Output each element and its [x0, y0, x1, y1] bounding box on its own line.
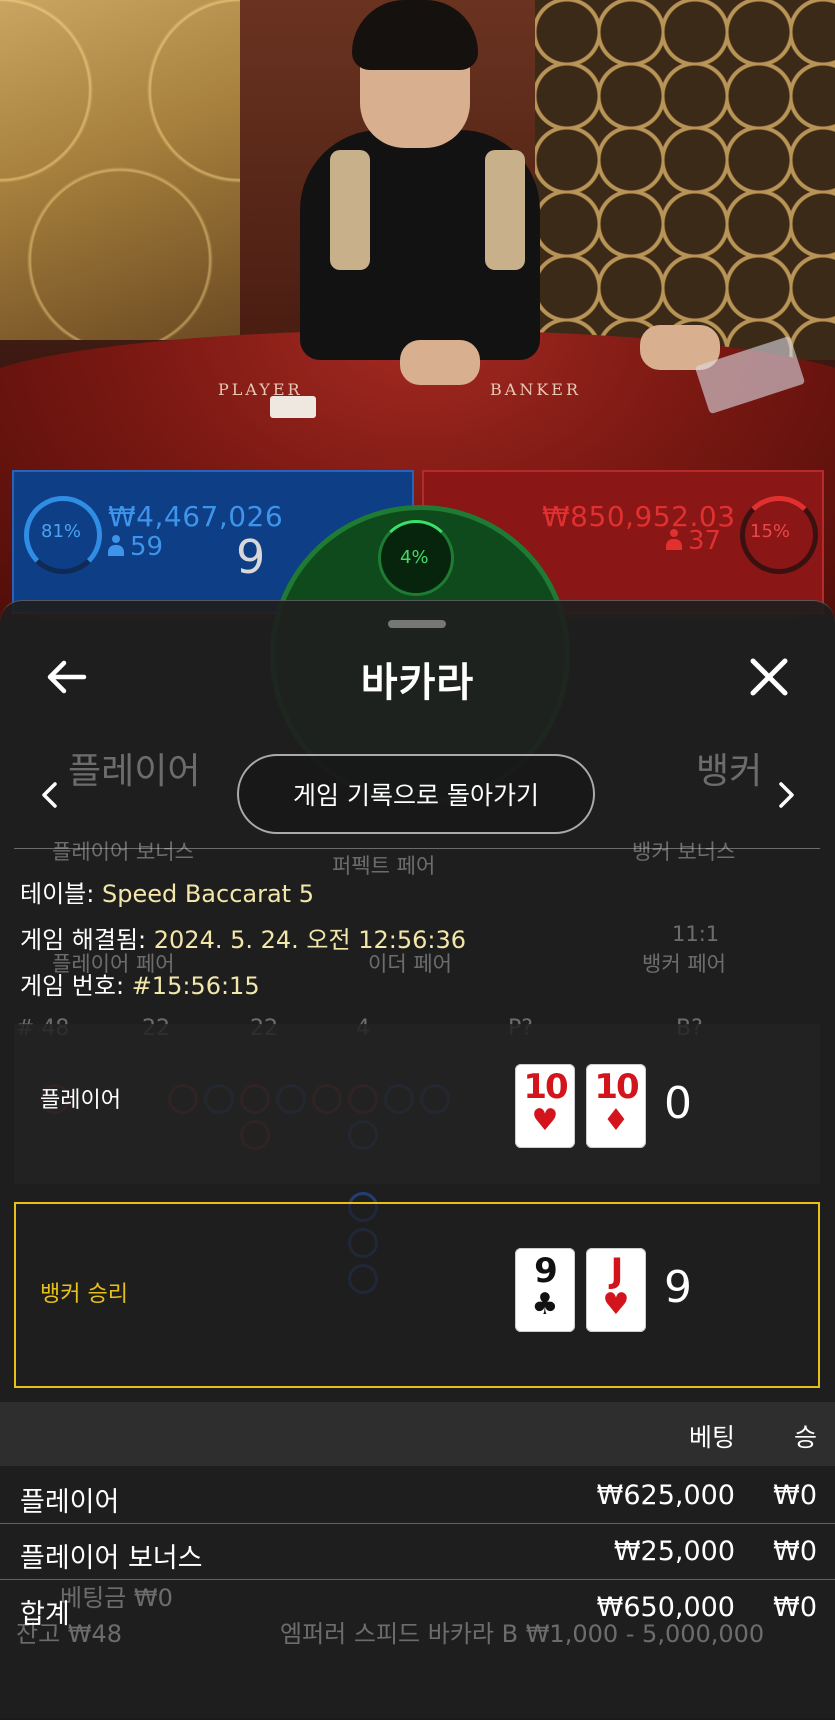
playing-card: 10 ♦ [586, 1064, 646, 1148]
resolved-label: 게임 해결됨: [20, 926, 147, 954]
sheet-drag-handle[interactable] [388, 620, 446, 628]
game-number-label: 게임 번호: [20, 972, 125, 1000]
person-icon [666, 529, 682, 551]
dealt-card [270, 396, 316, 418]
dealer-vest [485, 150, 525, 270]
table-label: 테이블: [20, 880, 95, 908]
decorative-wall-right [535, 0, 835, 360]
bet-name: 플레이어 보너스 [20, 1543, 203, 1574]
resolved-value: 2024. 5. 24. 오전 12:56:36 [153, 926, 467, 954]
bet-amount: ₩25,000 [613, 1536, 735, 1567]
banker-hand-row: 뱅커 승리 9 ♣ J ♥ 9 [14, 1202, 820, 1388]
player-hand-label: 플레이어 [40, 1088, 121, 1113]
player-percent: 81% [41, 521, 82, 542]
person-icon [108, 535, 124, 557]
return-to-history-button[interactable]: 게임 기록으로 돌아가기 [237, 754, 595, 834]
divider [14, 848, 820, 849]
dealer-vest [330, 150, 370, 270]
player-bonus-label-bg: 플레이어 보너스 [52, 840, 194, 864]
next-game-button[interactable] [766, 775, 806, 815]
banker-percent: 15% [750, 521, 791, 542]
player-card-score: 9 [236, 530, 266, 584]
player-hand-row: 플레이어 10 ♥ 10 ♦ 0 [14, 1024, 820, 1184]
table-value: Speed Baccarat 5 [101, 880, 314, 908]
chevron-right-icon [779, 782, 794, 808]
bet-amount: ₩625,000 [596, 1480, 735, 1511]
win-amount: ₩0 [773, 1480, 817, 1511]
total-win-amount: ₩0 [773, 1592, 817, 1623]
dealer-hand [400, 340, 480, 385]
table-row: 플레이어 ₩625,000 ₩0 [0, 1468, 835, 1524]
win-amount: ₩0 [773, 1536, 817, 1567]
player-count: 59 [108, 532, 163, 562]
bets-table-header: 베팅 승 [0, 1402, 835, 1466]
previous-game-button[interactable] [30, 775, 70, 815]
table-row: 플레이어 보너스 ₩25,000 ₩0 [0, 1524, 835, 1580]
banker-hand-score: 9 [664, 1262, 692, 1313]
game-number-value: #15:56:15 [131, 972, 260, 1000]
felt-banker-label: BANKER [490, 380, 581, 399]
banker-bet-label-bg: 뱅커 [696, 751, 763, 792]
game-number-info: 게임 번호: #15:56:15 [20, 966, 260, 1001]
close-icon [750, 658, 788, 696]
player-hand-score: 0 [664, 1078, 692, 1129]
banker-bonus-label-bg: 뱅커 보너스 [632, 840, 736, 864]
banker-pair-odds-bg: 11:1 [672, 922, 720, 946]
decorative-wall-left [0, 0, 240, 340]
bet-column-header: 베팅 [688, 1423, 735, 1452]
playing-card: 10 ♥ [515, 1064, 575, 1148]
player-bet-label-bg: 플레이어 [68, 751, 201, 792]
banker-win-label: 뱅커 승리 [40, 1282, 128, 1307]
playing-card: 9 ♣ [515, 1248, 575, 1332]
banker-count: 37 [666, 526, 721, 556]
table-info: 테이블: Speed Baccarat 5 [20, 874, 314, 909]
total-bet-amount: ₩650,000 [596, 1592, 735, 1623]
sheet-title: 바카라 [360, 660, 475, 706]
tie-percent: 4% [400, 547, 429, 568]
bet-name: 플레이어 [20, 1487, 120, 1518]
total-label: 합계 [20, 1599, 70, 1630]
chevron-left-icon [42, 782, 57, 808]
playing-card: J ♥ [586, 1248, 646, 1332]
player-bet-amount: ₩4,467,026 [108, 500, 284, 533]
close-button[interactable] [744, 652, 794, 702]
table-total-row: 합계 ₩650,000 ₩0 [0, 1580, 835, 1635]
perfect-pair-label-bg: 퍼펙트 페어 [332, 854, 436, 878]
resolved-info: 게임 해결됨: 2024. 5. 24. 오전 12:56:36 [20, 920, 466, 955]
win-column-header: 승 [793, 1423, 817, 1452]
felt-player-label: PLAYER [218, 380, 303, 399]
banker-pair-label-bg: 뱅커 페어 [642, 952, 726, 976]
